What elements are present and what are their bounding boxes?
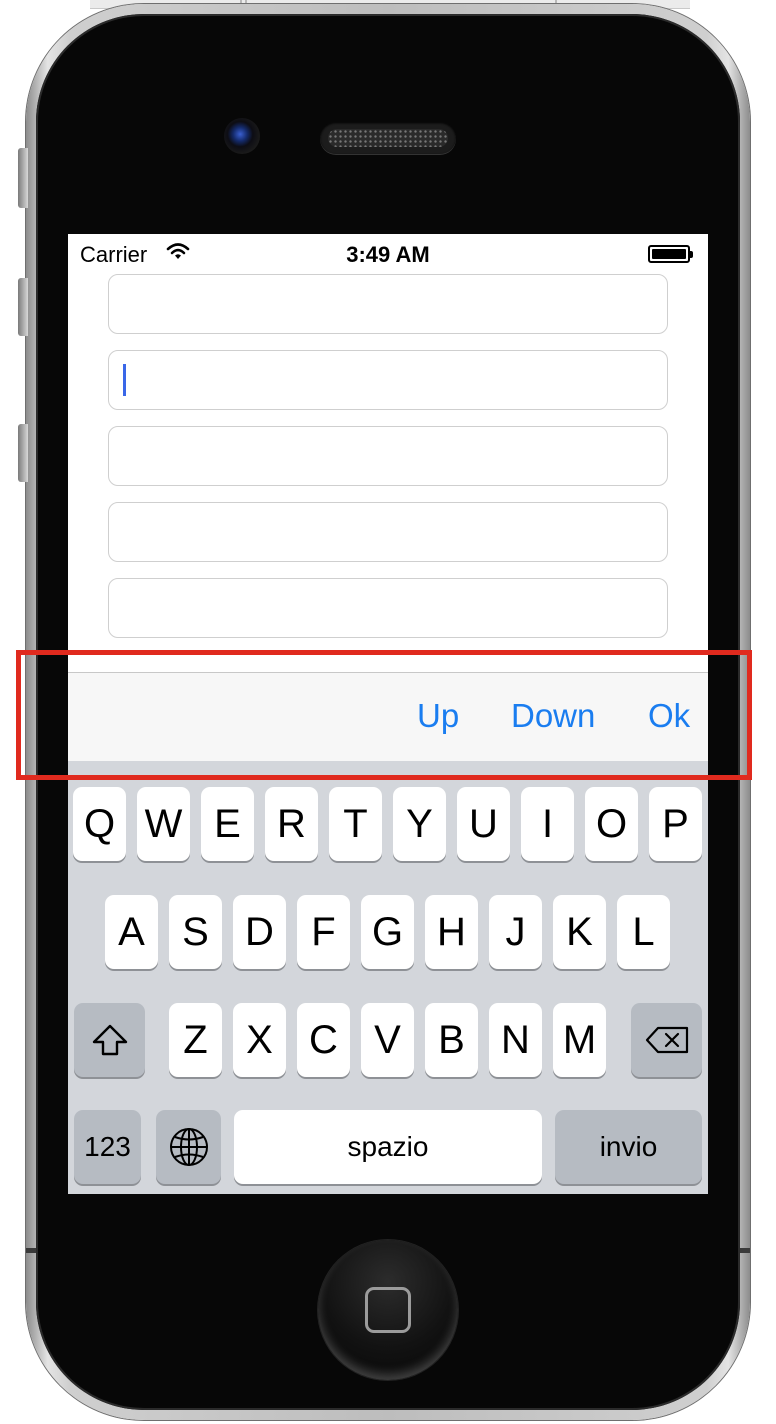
- up-button[interactable]: Up: [417, 697, 459, 735]
- backspace-icon: [645, 1026, 688, 1054]
- down-button[interactable]: Down: [511, 697, 595, 735]
- globe-key[interactable]: [156, 1110, 221, 1184]
- home-square-icon: [365, 1287, 411, 1333]
- key-m[interactable]: M: [553, 1003, 606, 1077]
- key-b[interactable]: B: [425, 1003, 478, 1077]
- key-l[interactable]: L: [617, 895, 670, 969]
- key-j[interactable]: J: [489, 895, 542, 969]
- key-f[interactable]: F: [297, 895, 350, 969]
- key-z[interactable]: Z: [169, 1003, 222, 1077]
- key-t[interactable]: T: [329, 787, 382, 861]
- text-cursor: [123, 364, 126, 396]
- text-field-1[interactable]: [108, 274, 668, 334]
- key-e[interactable]: E: [201, 787, 254, 861]
- text-field-4[interactable]: [108, 502, 668, 562]
- status-bar: Carrier 3:49 AM: [68, 234, 708, 274]
- key-o[interactable]: O: [585, 787, 638, 861]
- key-i[interactable]: I: [521, 787, 574, 861]
- keyboard-accessory-toolbar: Up Down Ok: [68, 672, 708, 762]
- key-d[interactable]: D: [233, 895, 286, 969]
- key-c[interactable]: C: [297, 1003, 350, 1077]
- front-camera: [224, 118, 260, 154]
- key-p[interactable]: P: [649, 787, 702, 861]
- volume-down-button: [18, 424, 28, 482]
- earpiece-speaker: [320, 122, 456, 154]
- key-h[interactable]: H: [425, 895, 478, 969]
- home-button[interactable]: [318, 1240, 458, 1380]
- shift-key[interactable]: [74, 1003, 145, 1077]
- key-v[interactable]: V: [361, 1003, 414, 1077]
- key-k[interactable]: K: [553, 895, 606, 969]
- key-u[interactable]: U: [457, 787, 510, 861]
- key-g[interactable]: G: [361, 895, 414, 969]
- space-key[interactable]: spazio: [234, 1110, 542, 1184]
- text-field-2[interactable]: [108, 350, 668, 410]
- status-time: 3:49 AM: [346, 242, 430, 267]
- text-field-3[interactable]: [108, 426, 668, 486]
- screen: Carrier 3:49 AM Up Down Ok Q W E R T Y U…: [68, 234, 708, 1194]
- key-a[interactable]: A: [105, 895, 158, 969]
- keyboard: Q W E R T Y U I O P A S D F G H J K L Z …: [68, 761, 708, 1194]
- volume-up-button: [18, 278, 28, 336]
- numbers-key[interactable]: 123: [74, 1110, 141, 1184]
- return-key[interactable]: invio: [555, 1110, 702, 1184]
- text-field-5[interactable]: [108, 578, 668, 638]
- battery-icon: [648, 245, 693, 263]
- key-y[interactable]: Y: [393, 787, 446, 861]
- backspace-key[interactable]: [631, 1003, 702, 1077]
- key-s[interactable]: S: [169, 895, 222, 969]
- key-w[interactable]: W: [137, 787, 190, 861]
- key-r[interactable]: R: [265, 787, 318, 861]
- mute-switch: [18, 148, 28, 208]
- key-x[interactable]: X: [233, 1003, 286, 1077]
- key-n[interactable]: N: [489, 1003, 542, 1077]
- ok-button[interactable]: Ok: [648, 697, 690, 735]
- globe-icon: [169, 1128, 208, 1166]
- shift-icon: [92, 1024, 127, 1056]
- key-q[interactable]: Q: [73, 787, 126, 861]
